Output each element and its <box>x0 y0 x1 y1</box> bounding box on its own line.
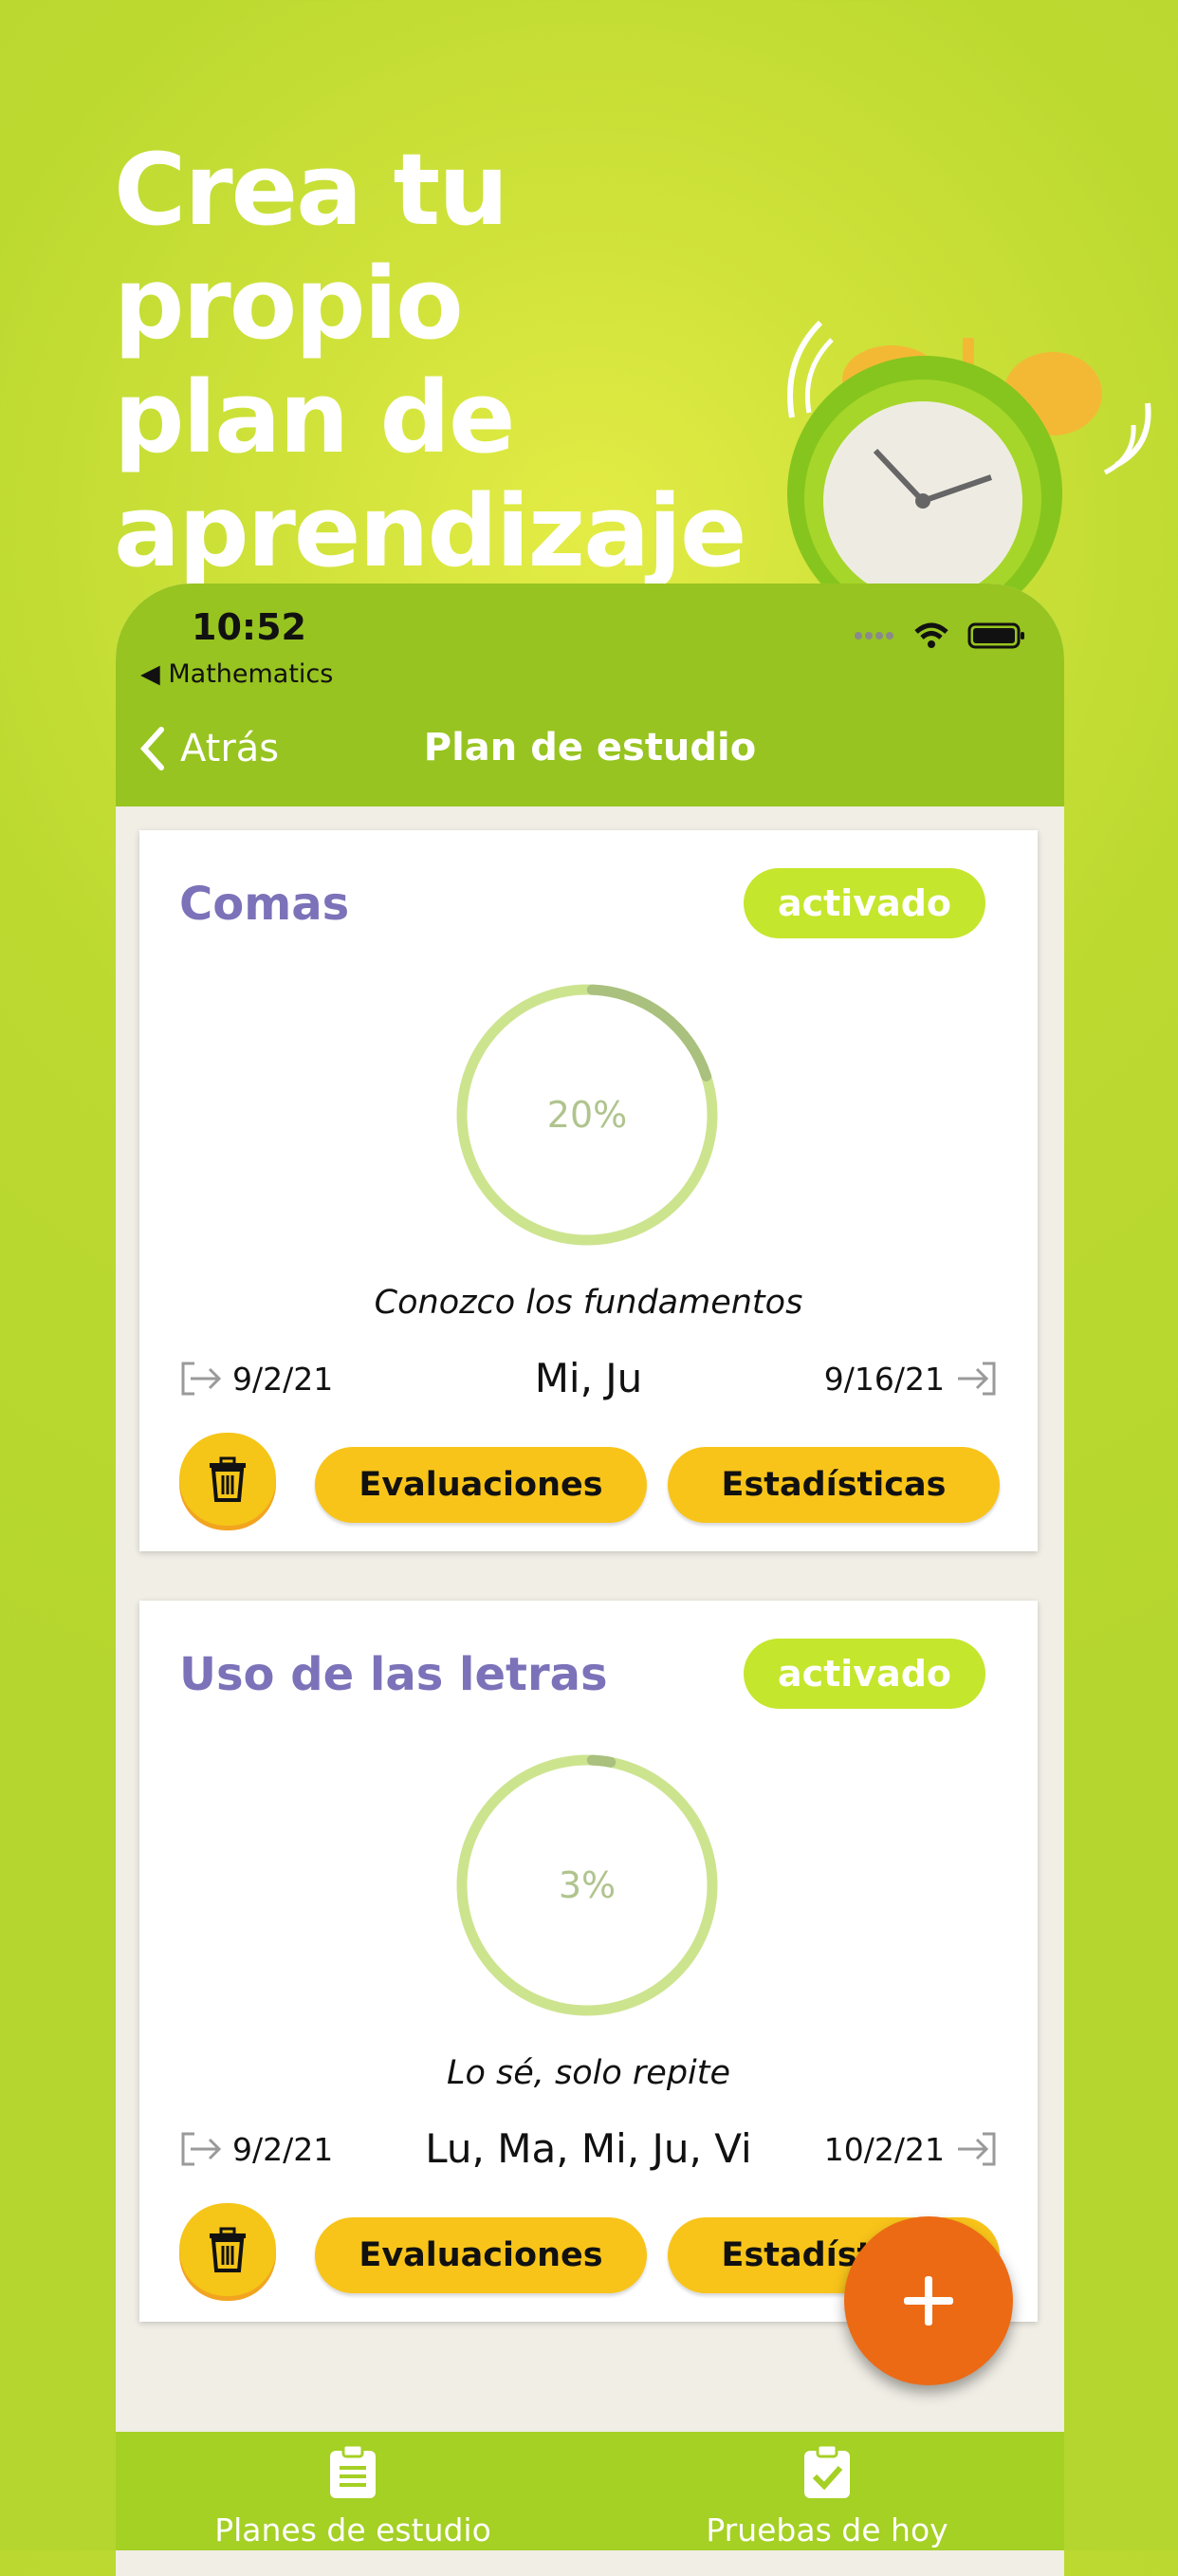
study-plan-card[interactable]: Comas activado 20% Conozco los fundament… <box>139 830 1038 1551</box>
study-plan-card[interactable]: Uso de las letras activado 3% Lo sé, sol… <box>139 1601 1038 2322</box>
progress-label: 20% <box>546 1094 628 1136</box>
trash-icon <box>210 2227 246 2272</box>
clipboard-list-icon <box>330 2443 376 2498</box>
status-badge: activado <box>744 868 985 938</box>
clipboard-check-icon <box>804 2443 850 2498</box>
app-header: 10:52 ◀ Mathematics Atrás Plan de estudi… <box>116 584 1064 806</box>
end-date-value: 10/2/21 <box>823 2130 945 2168</box>
page-title: Plan de estudio <box>423 726 757 769</box>
end-date-value: 9/16/21 <box>823 1360 945 1398</box>
evaluations-button[interactable]: Evaluaciones <box>315 2217 647 2293</box>
tab-study-plans-label: Planes de estudio <box>214 2511 491 2548</box>
evaluations-button[interactable]: Evaluaciones <box>315 1447 647 1523</box>
end-date-icon <box>958 1362 996 1396</box>
status-back-app[interactable]: ◀ Mathematics <box>140 659 333 689</box>
delete-plan-button[interactable] <box>179 1433 276 1526</box>
end-date: 9/16/21 <box>824 1360 998 1398</box>
promo-headline: Crea tu propio plan de aprendizaje <box>114 133 835 588</box>
status-time: 10:52 <box>192 606 306 648</box>
battery-icon <box>967 622 1024 649</box>
knowledge-level: Lo sé, solo repite <box>446 2054 731 2092</box>
tab-bar: Planes de estudio Pruebas de hoy <box>116 2432 1064 2550</box>
knowledge-level: Conozco los fundamentos <box>374 1284 803 1322</box>
headline-line-3: aprendizaje <box>114 473 746 589</box>
signal-dots-icon <box>855 632 893 639</box>
trash-icon <box>210 1456 246 1502</box>
plan-title: Comas <box>179 878 350 931</box>
end-date-icon <box>958 2132 996 2166</box>
status-icons <box>854 621 1026 650</box>
add-plan-button[interactable] <box>844 2216 1013 2385</box>
plan-title: Uso de las letras <box>179 1648 608 1701</box>
tab-study-plans[interactable]: Planes de estudio <box>116 2443 590 2548</box>
delete-plan-button[interactable] <box>179 2203 276 2296</box>
wifi-icon <box>914 622 948 648</box>
status-badge: activado <box>744 1639 985 1709</box>
headline-line-1: Crea tu propio <box>114 132 508 361</box>
headline-line-2: plan de <box>114 360 516 475</box>
statistics-button[interactable]: Estadísticas <box>668 1447 1000 1523</box>
tab-todays-tests[interactable]: Pruebas de hoy <box>590 2443 1064 2548</box>
alarm-clock-illustration <box>787 320 1151 607</box>
tab-todays-tests-label: Pruebas de hoy <box>706 2511 948 2548</box>
progress-label: 3% <box>558 1864 617 1906</box>
end-date: 10/2/21 <box>824 2130 998 2168</box>
plus-icon <box>904 2276 953 2326</box>
